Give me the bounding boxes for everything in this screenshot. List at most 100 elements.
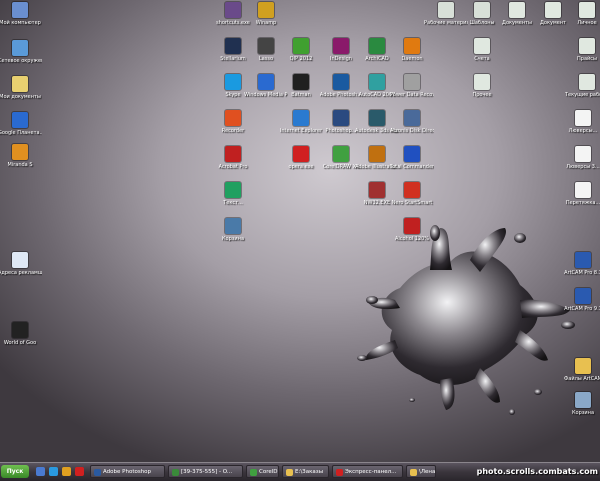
desktop-shortcut[interactable]: Power Data Recovery: [390, 74, 434, 98]
desktop-shortcut[interactable]: Batman: [281, 74, 321, 98]
desktop-shortcut-label: Перетяжка...: [565, 200, 600, 206]
desktop-shortcut[interactable]: Acronis Disk Director: [390, 110, 434, 134]
winamp-icon: [258, 2, 274, 18]
desktop-shortcut[interactable]: Люверсы...: [563, 110, 600, 134]
start-button[interactable]: Пуск: [1, 465, 29, 478]
desktop-shortcut-label: Google Планета...: [0, 130, 42, 136]
desktop-shortcut-label: Текущие работы: [565, 92, 600, 98]
taskbar-button[interactable]: Экспресс-панел...: [332, 465, 403, 478]
desktop-shortcut-label: Daemon: [401, 56, 423, 62]
img-c-icon: [575, 182, 591, 198]
desktop-shortcut[interactable]: Адреса рекламщик...: [0, 252, 42, 276]
desktop-shortcut-label: Прочее: [472, 92, 492, 98]
batman-icon: [293, 74, 309, 90]
doc-g-icon: [579, 74, 595, 90]
desktop-shortcut[interactable]: Alcohol 120%: [392, 218, 432, 242]
desktop: Мой компьютер Сетевое окружение Мои докуме…: [0, 0, 600, 462]
doc-e-icon: [579, 38, 595, 54]
taskbar-button[interactable]: E:\Заказы: [282, 465, 329, 478]
taskbar-button[interactable]: Adobe Photoshop: [90, 465, 165, 478]
desktop-shortcut[interactable]: Daemon: [392, 38, 432, 62]
desktop-shortcut-label: Корзина: [221, 236, 245, 242]
ie-quicklaunch-icon[interactable]: [49, 467, 58, 476]
nw-icon: [369, 182, 385, 198]
desktop-shortcut-label: Miranda S: [7, 162, 33, 168]
desktop-shortcut[interactable]: World of Goo: [0, 322, 40, 346]
coreldraw-icon: [333, 146, 349, 162]
desktop-shortcut-label: World of Goo: [3, 340, 37, 346]
taskbar-app-icon: [336, 469, 343, 476]
desktop-shortcut[interactable]: Сетевое окружение: [0, 40, 42, 64]
desktop-shortcut[interactable]: Nero StartSmart: [392, 182, 432, 206]
desktop-shortcut[interactable]: Google Планета...: [0, 112, 42, 136]
desktop-shortcut-label: Счета: [474, 56, 490, 62]
desktop-shortcut-label: Acronis Disk Director: [390, 128, 434, 134]
taskbar-app-icon: [286, 469, 293, 476]
img-a-icon: [575, 110, 591, 126]
total-commander-icon: [404, 146, 420, 162]
folder-icon: [474, 2, 490, 18]
desktop-shortcut[interactable]: Recorder: [213, 110, 253, 134]
taskbar-button[interactable]: [39-375-555] - O...: [168, 465, 243, 478]
desktop-shortcut[interactable]: ArtCAM Pro 9.1: [563, 288, 600, 312]
desktop-shortcut-label: Power Data Recovery: [390, 92, 434, 98]
desktop-shortcut[interactable]: Счета: [462, 38, 502, 62]
desktop-shortcut[interactable]: Winamp: [246, 2, 286, 26]
desktop-shortcut[interactable]: Корзина: [213, 218, 253, 242]
address-doc-icon: [12, 252, 28, 268]
desktop-shortcut[interactable]: Текст...: [213, 182, 253, 206]
desktop-shortcut[interactable]: Мои документы: [0, 76, 41, 100]
desktop-shortcut-label: Адреса рекламщик...: [0, 270, 42, 276]
img-b-icon: [575, 146, 591, 162]
desktop-shortcut-label: Люверсы...: [568, 128, 598, 134]
desktop-shortcut[interactable]: QIP 2012: [281, 38, 321, 62]
stellarium-icon: [225, 38, 241, 54]
lasso-icon: [258, 38, 274, 54]
google-earth-icon: [12, 112, 28, 128]
taskbar-button-label: [39-375-555] - O...: [181, 469, 233, 475]
desktop-shortcut[interactable]: Мой компьютер: [0, 2, 41, 26]
daemon-icon: [404, 38, 420, 54]
desktop-shortcut-label: Batman: [291, 92, 311, 98]
desktop-shortcut[interactable]: Перетяжка...: [563, 182, 600, 206]
alcohol-icon: [404, 218, 420, 234]
taskbar-button[interactable]: CorelDRAW X4 [...: [246, 465, 279, 478]
media-player-icon: [258, 74, 274, 90]
recycle-bin-icon: [575, 392, 591, 408]
desktop-shortcut-label: Текст...: [223, 200, 243, 206]
desktop-shortcut[interactable]: Люверсы 3...: [563, 146, 600, 170]
desktop-shortcut[interactable]: Корзина: [563, 392, 600, 416]
desktop-shortcut[interactable]: Miranda S: [0, 144, 40, 168]
opera-quicklaunch-icon[interactable]: [75, 467, 84, 476]
desktop-shortcut[interactable]: Acrobat Pro: [213, 146, 253, 170]
desktop-shortcut-label: Recorder: [221, 128, 245, 134]
desktop-shortcut[interactable]: Текущие работы: [565, 74, 600, 98]
doc-b-icon: [545, 2, 561, 18]
acrobat-icon: [225, 146, 241, 162]
taskbar-app-icon: [410, 469, 417, 476]
desktop-shortcut[interactable]: Internet Explorer: [280, 110, 322, 134]
show-desktop-icon[interactable]: [36, 467, 45, 476]
desktop-shortcut[interactable]: Личное: [567, 2, 600, 26]
watermark-text: photo.scrolls.combats.com: [476, 467, 598, 476]
artcam-files-icon: [575, 358, 591, 374]
desktop-shortcut[interactable]: Прочее: [462, 74, 502, 98]
desktop-shortcut[interactable]: ArtCAM Pro 8.1: [563, 252, 600, 276]
doc-f-icon: [474, 74, 490, 90]
photoshop-icon: [333, 74, 349, 90]
media-quicklaunch-icon[interactable]: [62, 467, 71, 476]
opera-icon: [293, 146, 309, 162]
taskbar-app-icon: [172, 469, 179, 476]
recycle-icon: [225, 218, 241, 234]
qip-icon: [293, 38, 309, 54]
file-icon: [438, 2, 454, 18]
doc-d-icon: [474, 38, 490, 54]
desktop-shortcut[interactable]: opera.exe: [281, 146, 321, 170]
desktop-shortcut[interactable]: Total Commander: [390, 146, 434, 170]
desktop-shortcut[interactable]: Файлы ArtCAM: [563, 358, 600, 382]
desktop-shortcut[interactable]: Прайсы: [567, 38, 600, 62]
disk-icon: [404, 110, 420, 126]
taskbar-button[interactable]: \Лена\очередь...: [406, 465, 436, 478]
recovery-icon: [404, 74, 420, 90]
desktop-shortcut-label: Winamp: [255, 20, 277, 26]
